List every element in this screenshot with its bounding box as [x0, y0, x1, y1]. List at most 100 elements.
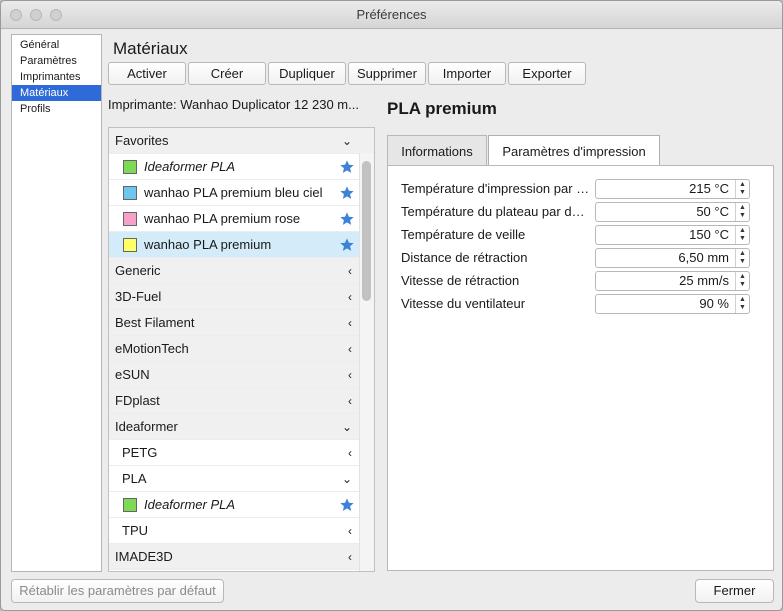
- brand-row[interactable]: Generic ‹: [109, 258, 374, 284]
- retraction-speed-label: Vitesse de rétraction: [401, 273, 520, 288]
- standby-temp-spinbox[interactable]: 150 °C ▲ ▼: [595, 225, 750, 245]
- brand-label: Best Filament: [115, 315, 195, 330]
- retraction-distance-spinbox[interactable]: 6,50 mm ▲ ▼: [595, 248, 750, 268]
- sidebar-item-settings[interactable]: Paramètres: [12, 53, 101, 69]
- retraction-distance-value: 6,50 mm: [678, 250, 729, 265]
- brand-row[interactable]: FDplast ‹: [109, 388, 374, 414]
- tab-print-settings[interactable]: Paramètres d'impression: [488, 135, 660, 167]
- print-temp-label: Température d'impression par défaut: [401, 181, 591, 196]
- fan-speed-label: Vitesse du ventilateur: [401, 296, 526, 311]
- star-icon[interactable]: [339, 237, 355, 253]
- brand-row[interactable]: 3D-Fuel ‹: [109, 284, 374, 310]
- import-button[interactable]: Importer: [428, 62, 506, 85]
- sidebar-item-general[interactable]: Général: [12, 37, 101, 53]
- material-label: Ideaformer PLA: [144, 159, 236, 174]
- title-bar: Préférences: [1, 1, 782, 29]
- chevron-left-icon[interactable]: ‹: [348, 388, 352, 414]
- sidebar-item-printers[interactable]: Imprimantes: [12, 69, 101, 85]
- delete-button[interactable]: Supprimer: [348, 62, 426, 85]
- zoom-window-button[interactable]: [50, 9, 62, 21]
- bed-temp-label: Température du plateau par défaut: [401, 204, 591, 219]
- material-item[interactable]: Ideaformer PLA: [109, 492, 374, 518]
- retraction-speed-spinbox[interactable]: 25 mm/s ▲ ▼: [595, 271, 750, 291]
- reset-defaults-button[interactable]: Rétablir les paramètres par défaut: [11, 579, 224, 603]
- retraction-speed-value: 25 mm/s: [679, 273, 729, 288]
- chevron-down-icon[interactable]: ⌄: [342, 414, 352, 440]
- chevron-down-icon[interactable]: ⌄: [342, 128, 352, 154]
- material-list: Favorites ⌄ Ideaformer PLA wanhao PLA pr…: [108, 127, 375, 572]
- brand-row[interactable]: eMotionTech ‹: [109, 336, 374, 362]
- list-scrollbar-thumb[interactable]: [362, 161, 371, 301]
- material-type-label: PLA: [122, 471, 147, 486]
- brand-label: FDplast: [115, 393, 160, 408]
- material-type-label: PETG: [122, 445, 158, 460]
- retraction-distance-label: Distance de rétraction: [401, 250, 528, 265]
- favorites-section[interactable]: Favorites ⌄: [109, 128, 374, 154]
- color-swatch: [123, 498, 137, 512]
- activate-button[interactable]: Activer: [108, 62, 186, 85]
- close-window-button[interactable]: [10, 9, 22, 21]
- star-icon[interactable]: [339, 211, 355, 227]
- print-temp-spinbox[interactable]: 215 °C ▲ ▼: [595, 179, 750, 199]
- brand-label: Generic: [115, 263, 161, 278]
- chevron-left-icon[interactable]: ‹: [348, 518, 352, 544]
- create-button[interactable]: Créer: [188, 62, 266, 85]
- export-button[interactable]: Exporter: [508, 62, 586, 85]
- print-temp-value: 215 °C: [689, 181, 729, 196]
- chevron-left-icon[interactable]: ‹: [348, 544, 352, 570]
- stepper-arrows-icon[interactable]: ▲ ▼: [735, 249, 749, 267]
- star-icon[interactable]: [339, 185, 355, 201]
- color-swatch: [123, 212, 137, 226]
- material-item[interactable]: Ideaformer PLA: [109, 154, 374, 180]
- brand-row[interactable]: eSUN ‹: [109, 362, 374, 388]
- stepper-arrows-icon[interactable]: ▲ ▼: [735, 272, 749, 290]
- star-icon[interactable]: [339, 159, 355, 175]
- stepper-arrows-icon[interactable]: ▲ ▼: [735, 180, 749, 198]
- duplicate-button[interactable]: Dupliquer: [268, 62, 346, 85]
- preferences-sidebar: Général Paramètres Imprimantes Matériaux…: [11, 34, 102, 572]
- material-type-row-expanded[interactable]: PLA ⌄: [109, 466, 374, 492]
- brand-row[interactable]: Best Filament ‹: [109, 310, 374, 336]
- bed-temp-spinbox[interactable]: 50 °C ▲ ▼: [595, 202, 750, 222]
- fan-speed-spinbox[interactable]: 90 % ▲ ▼: [595, 294, 750, 314]
- material-type-label: TPU: [122, 523, 148, 538]
- brand-label: Ideaformer: [115, 419, 178, 434]
- chevron-left-icon[interactable]: ‹: [348, 310, 352, 336]
- chevron-left-icon[interactable]: ‹: [348, 258, 352, 284]
- tab-informations[interactable]: Informations: [387, 135, 487, 166]
- stepper-arrows-icon[interactable]: ▲ ▼: [735, 295, 749, 313]
- materials-toolbar: Activer Créer Dupliquer Supprimer Import…: [108, 62, 588, 85]
- color-swatch: [123, 238, 137, 252]
- chevron-left-icon[interactable]: ‹: [348, 440, 352, 466]
- brand-label: 3D-Fuel: [115, 289, 162, 304]
- page-title: Matériaux: [113, 39, 188, 58]
- brand-label: eSUN: [115, 367, 150, 382]
- stepper-arrows-icon[interactable]: ▲ ▼: [735, 203, 749, 221]
- material-item-selected[interactable]: wanhao PLA premium: [109, 232, 374, 258]
- material-label: Ideaformer PLA: [144, 497, 236, 512]
- sidebar-item-materials[interactable]: Matériaux: [12, 85, 101, 101]
- material-item[interactable]: wanhao PLA premium bleu ciel: [109, 180, 374, 206]
- chevron-left-icon[interactable]: ‹: [348, 284, 352, 310]
- material-type-row[interactable]: PETG ‹: [109, 440, 374, 466]
- brand-label: IMADE3D: [115, 549, 173, 564]
- material-item[interactable]: wanhao PLA premium rose: [109, 206, 374, 232]
- brand-row-expanded[interactable]: Ideaformer ⌄: [109, 414, 374, 440]
- chevron-left-icon[interactable]: ‹: [348, 362, 352, 388]
- bed-temp-value: 50 °C: [696, 204, 729, 219]
- printer-label: Imprimante: Wanhao Duplicator 12 230 m..…: [108, 97, 359, 112]
- stepper-arrows-icon[interactable]: ▲ ▼: [735, 226, 749, 244]
- close-button[interactable]: Fermer: [695, 579, 774, 603]
- chevron-left-icon[interactable]: ‹: [348, 336, 352, 362]
- minimize-window-button[interactable]: [30, 9, 42, 21]
- material-title: PLA premium: [387, 99, 497, 118]
- material-label: wanhao PLA premium bleu ciel: [144, 185, 323, 200]
- brand-row[interactable]: IMADE3D ‹: [109, 544, 374, 570]
- favorites-label: Favorites: [115, 133, 169, 148]
- preferences-window: Préférences Général Paramètres Imprimant…: [0, 0, 783, 611]
- sidebar-item-profiles[interactable]: Profils: [12, 101, 101, 117]
- material-type-row[interactable]: TPU ‹: [109, 518, 374, 544]
- star-icon[interactable]: [339, 497, 355, 513]
- color-swatch: [123, 186, 137, 200]
- chevron-down-icon[interactable]: ⌄: [342, 466, 352, 492]
